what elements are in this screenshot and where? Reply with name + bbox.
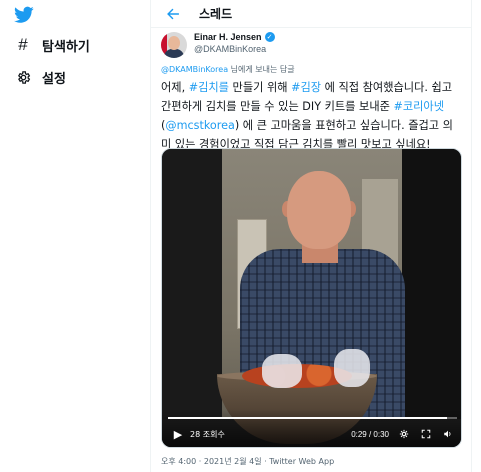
sidebar-item-explore[interactable]: # 탐색하기 — [14, 32, 90, 58]
video-progress-fill — [168, 417, 448, 419]
hashtag-link[interactable]: #김치를 — [189, 81, 229, 94]
video-control-row: ▶ 28 조회수 0:29 / 0:30 — [162, 425, 461, 443]
author-names: Einar H. Jensen ✓ @DKAMBinKorea — [194, 32, 275, 58]
avatar-face — [168, 36, 180, 50]
sidebar: # 탐색하기 설정 — [0, 0, 150, 472]
display-name[interactable]: Einar H. Jensen — [194, 32, 262, 42]
tweet-text-segment: 만들기 위해 — [228, 81, 292, 94]
video-progress-bar[interactable] — [168, 417, 457, 419]
scene-glove — [334, 349, 370, 387]
hashtag-icon: # — [18, 35, 28, 54]
video-frame — [162, 149, 461, 447]
video-player[interactable]: ▶ 28 조회수 0:29 / 0:30 — [161, 148, 462, 448]
thread-column: 스레드 Einar H. Jensen ✓ @DKAMBinKorea @DKA… — [150, 0, 472, 472]
fullscreen-icon[interactable] — [419, 427, 433, 441]
mention-link[interactable]: @mcstkorea — [165, 119, 234, 132]
author-handle[interactable]: @DKAMBinKorea — [194, 44, 275, 54]
hashtag-link[interactable]: #김장 — [291, 81, 321, 94]
scene-bg — [402, 149, 461, 447]
view-count: 28 조회수 — [190, 429, 225, 439]
tweet-meta[interactable]: 오후 4:00 · 2021년 2월 4일 · Twitter Web App — [161, 456, 334, 467]
play-icon[interactable]: ▶ — [172, 428, 184, 441]
avatar[interactable] — [161, 32, 187, 58]
reply-mention-link[interactable]: @DKAMBinKorea — [161, 65, 228, 74]
scene-glove — [262, 354, 302, 388]
hashtag-link[interactable]: #코리아넷 — [393, 100, 444, 113]
scene-head — [287, 171, 351, 249]
tweet-text: 어제, #김치를 만들기 위해 #김장 에 직접 참여했습니다. 쉽고 간편하게… — [161, 78, 461, 154]
volume-icon[interactable] — [441, 427, 455, 441]
tweet-author[interactable]: Einar H. Jensen ✓ @DKAMBinKorea — [161, 32, 275, 58]
verified-badge-icon: ✓ — [264, 32, 275, 42]
avatar-body — [164, 49, 184, 58]
scene-bg — [162, 149, 222, 447]
sidebar-item-label: 설정 — [42, 71, 66, 87]
video-controls: ▶ 28 조회수 0:29 / 0:30 — [162, 409, 461, 447]
name-row: Einar H. Jensen ✓ — [194, 32, 275, 42]
reply-context: @DKAMBinKorea 님에게 보내는 답글 — [161, 64, 295, 75]
reply-suffix: 님에게 보내는 답글 — [228, 65, 295, 74]
video-time: 0:29 / 0:30 — [351, 429, 389, 439]
thread-header: 스레드 — [151, 0, 471, 28]
back-arrow-icon[interactable] — [163, 4, 183, 24]
page-title: 스레드 — [199, 7, 233, 21]
sidebar-item-label: 탐색하기 — [42, 39, 90, 55]
twitter-logo-icon[interactable] — [14, 6, 34, 24]
sidebar-item-settings[interactable]: 설정 — [14, 64, 66, 90]
tweet-text-segment: 어제, — [161, 81, 189, 94]
gear-icon — [14, 68, 32, 86]
settings-gear-icon[interactable] — [397, 427, 411, 441]
